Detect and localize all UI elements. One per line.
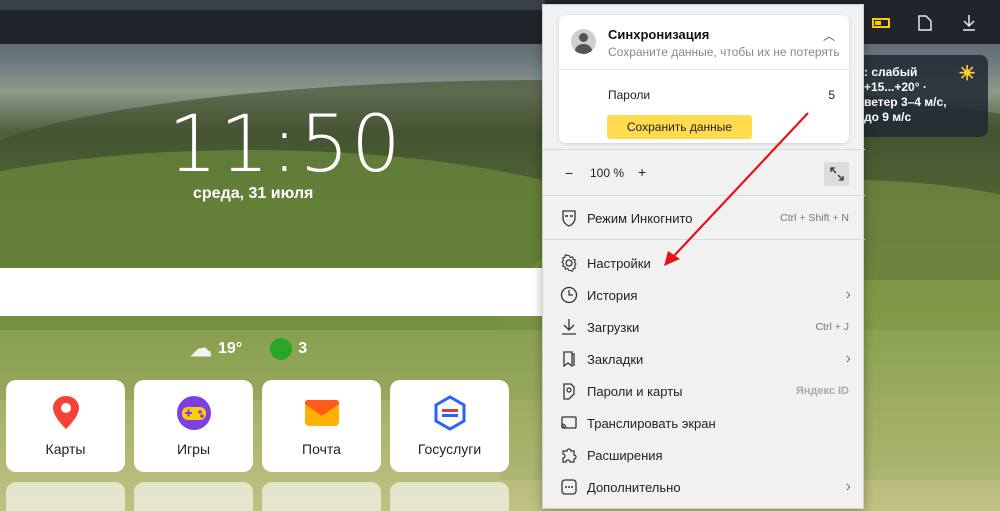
puzzle-icon [558,444,580,466]
tile-label: Почта [302,441,341,457]
menu-item-history[interactable]: История › [543,280,865,310]
menu-item-label: Пароли и карты [587,383,683,399]
sync-title: Синхронизация [608,27,710,42]
tile-mail[interactable]: Почта [262,380,381,472]
download-icon[interactable] [958,12,980,34]
weather-line: до 9 м/с [864,110,912,124]
menu-item-label: Закладки [587,351,644,367]
battery-saver-icon[interactable] [870,12,892,34]
more-dots-icon [558,476,580,498]
menu-item-label: Транслировать экран [587,415,716,431]
cloud-sun-icon: ☁ [190,336,212,361]
tile-placeholder[interactable] [134,482,253,511]
tile-placeholder[interactable] [262,482,381,511]
sun-rain-icon: ☀ [958,63,976,85]
cast-icon [558,412,580,434]
gosuslugi-icon [432,395,468,431]
menu-item-cast[interactable]: Транслировать экран [543,408,865,438]
menu-item-label: История [587,287,638,303]
info-row: ☁ 19° 3 [190,336,307,362]
tile-placeholder[interactable] [6,482,125,511]
date-label: среда, 31 июля [193,185,314,202]
incognito-mask-icon [558,207,580,229]
divider [543,239,865,240]
browser-main-menu: Синхронизация Сохраните данные, чтобы их… [542,4,865,509]
zoom-row: − 100 % + [543,157,865,193]
weather-line: ветер 3–4 м/с, [864,95,947,109]
tile-games[interactable]: Игры [134,380,253,472]
traffic-widget[interactable]: 3 [270,338,307,360]
menu-item-settings[interactable]: Настройки [543,248,865,278]
download-icon [558,316,580,338]
menu-item-passwords[interactable]: Пароли и карты Яндекс ID [543,376,865,406]
tile-maps[interactable]: Карты [6,380,125,472]
map-pin-icon [48,395,84,431]
menu-item-label: Дополнительно [587,479,681,495]
tab-strip [0,0,545,10]
toolbar-right-icons [870,12,980,34]
clock: 11:50 [168,100,403,190]
chevron-up-icon[interactable]: ︿ [823,27,835,44]
tile-label: Госуслуги [417,441,482,457]
menu-item-incognito[interactable]: Режим Инкогнито Ctrl + Shift + N [543,203,865,233]
zoom-level: 100 % [590,166,625,180]
search-bar-area[interactable] [0,268,545,316]
quick-tiles: Карты Игры Почта Госуслуги [6,380,509,472]
passwords-label: Пароли [608,88,651,102]
traffic-score: 3 [298,340,308,357]
chevron-right-icon: › [845,478,851,495]
menu-item-label: Настройки [587,255,651,271]
gear-icon [558,252,580,274]
sync-card: Синхронизация Сохраните данные, чтобы их… [559,15,849,143]
menu-item-extensions[interactable]: Расширения [543,440,865,470]
menu-item-label: Расширения [587,447,663,463]
weather-widget[interactable]: ☁ 19° [190,336,242,362]
menu-item-downloads[interactable]: Загрузки Ctrl + J [543,312,865,342]
shortcut-hint: Ctrl + J [815,321,849,333]
chevron-right-icon: › [845,350,851,367]
divider [559,69,849,70]
divider [543,149,865,150]
weather-temp: 19° [218,340,243,357]
menu-item-label: Режим Инкогнито [587,210,693,226]
passwords-count: 5 [828,88,835,102]
chevron-right-icon: › [845,286,851,303]
tile-label: Карты [45,441,86,457]
menu-item-label: Загрузки [587,319,640,335]
save-data-button[interactable]: Сохранить данные [607,115,752,139]
weather-card[interactable]: : слабый +15...+20° · ветер 3–4 м/с, до … [848,55,988,137]
menu-item-more[interactable]: Дополнительно › [543,472,865,502]
mail-icon [304,395,340,431]
menu-item-bookmarks[interactable]: Закладки › [543,344,865,374]
bookmark-icon [558,348,580,370]
traffic-icon [270,338,293,360]
zoom-out-button[interactable]: − [565,165,573,181]
shortcut-hint: Ctrl + Shift + N [780,212,849,224]
yandex-id-label: Яндекс ID [795,385,849,397]
tile-label: Игры [176,441,211,457]
gamepad-icon [176,395,212,431]
key-icon [558,380,580,402]
zoom-in-button[interactable]: + [638,164,646,180]
tile-gosuslugi[interactable]: Госуслуги [390,380,509,472]
divider [543,195,865,196]
protect-icon[interactable] [914,12,936,34]
clock-icon [558,284,580,306]
tile-placeholder[interactable] [390,482,509,511]
sync-subtitle: Сохраните данные, чтобы их не потерять [608,45,840,59]
avatar[interactable] [571,29,596,54]
fullscreen-icon[interactable] [824,162,849,186]
quick-tiles-row2 [6,482,509,511]
